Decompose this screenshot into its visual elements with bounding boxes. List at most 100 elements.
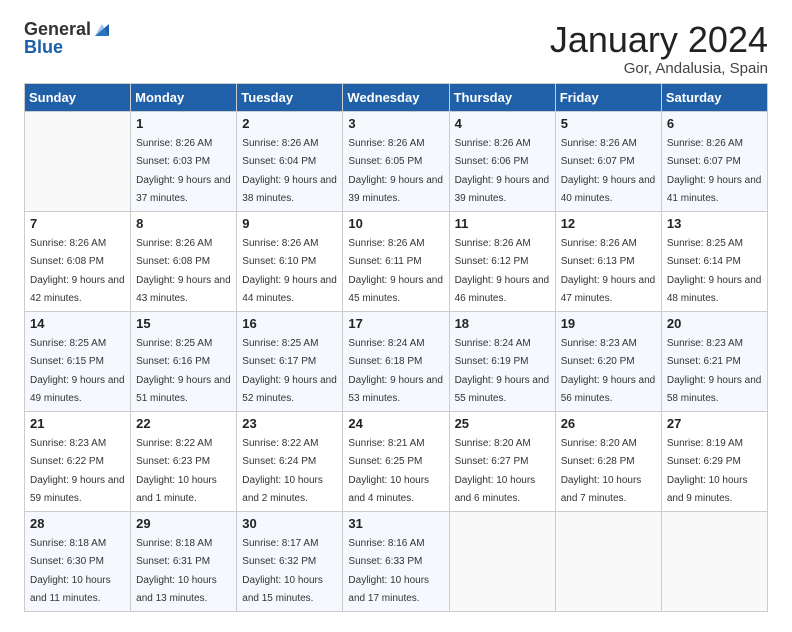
day-info: Sunrise: 8:26 AMSunset: 6:07 PMDaylight:… — [667, 138, 762, 205]
day-number: 2 — [242, 116, 337, 131]
day-number: 9 — [242, 216, 337, 231]
day-number: 17 — [348, 316, 443, 331]
calendar-cell: 11 Sunrise: 8:26 AMSunset: 6:12 PMDaylig… — [449, 211, 555, 311]
logo-blue: Blue — [24, 37, 63, 57]
header-friday: Friday — [555, 83, 661, 111]
day-info: Sunrise: 8:25 AMSunset: 6:14 PMDaylight:… — [667, 238, 762, 305]
calendar-cell: 24 Sunrise: 8:21 AMSunset: 6:25 PMDaylig… — [343, 411, 449, 511]
day-info: Sunrise: 8:26 AMSunset: 6:11 PMDaylight:… — [348, 238, 443, 305]
logo-general: General — [24, 20, 91, 38]
header-sunday: Sunday — [25, 83, 131, 111]
calendar-cell — [555, 511, 661, 611]
day-number: 21 — [30, 416, 125, 431]
header-monday: Monday — [131, 83, 237, 111]
day-info: Sunrise: 8:19 AMSunset: 6:29 PMDaylight:… — [667, 438, 748, 505]
header-tuesday: Tuesday — [237, 83, 343, 111]
day-info: Sunrise: 8:26 AMSunset: 6:04 PMDaylight:… — [242, 138, 337, 205]
calendar-cell: 19 Sunrise: 8:23 AMSunset: 6:20 PMDaylig… — [555, 311, 661, 411]
day-number: 26 — [561, 416, 656, 431]
day-info: Sunrise: 8:18 AMSunset: 6:31 PMDaylight:… — [136, 538, 217, 605]
calendar-cell: 3 Sunrise: 8:26 AMSunset: 6:05 PMDayligh… — [343, 111, 449, 211]
calendar-week-row: 7 Sunrise: 8:26 AMSunset: 6:08 PMDayligh… — [25, 211, 768, 311]
day-number: 25 — [455, 416, 550, 431]
calendar-cell: 20 Sunrise: 8:23 AMSunset: 6:21 PMDaylig… — [661, 311, 767, 411]
day-info: Sunrise: 8:26 AMSunset: 6:12 PMDaylight:… — [455, 238, 550, 305]
calendar-cell: 29 Sunrise: 8:18 AMSunset: 6:31 PMDaylig… — [131, 511, 237, 611]
day-info: Sunrise: 8:26 AMSunset: 6:05 PMDaylight:… — [348, 138, 443, 205]
calendar-cell: 17 Sunrise: 8:24 AMSunset: 6:18 PMDaylig… — [343, 311, 449, 411]
day-number: 24 — [348, 416, 443, 431]
calendar-cell — [25, 111, 131, 211]
day-info: Sunrise: 8:22 AMSunset: 6:23 PMDaylight:… — [136, 438, 217, 505]
day-number: 16 — [242, 316, 337, 331]
day-number: 28 — [30, 516, 125, 531]
calendar-week-row: 1 Sunrise: 8:26 AMSunset: 6:03 PMDayligh… — [25, 111, 768, 211]
day-info: Sunrise: 8:26 AMSunset: 6:03 PMDaylight:… — [136, 138, 231, 205]
calendar-cell: 22 Sunrise: 8:22 AMSunset: 6:23 PMDaylig… — [131, 411, 237, 511]
calendar-cell: 16 Sunrise: 8:25 AMSunset: 6:17 PMDaylig… — [237, 311, 343, 411]
calendar-cell: 30 Sunrise: 8:17 AMSunset: 6:32 PMDaylig… — [237, 511, 343, 611]
day-info: Sunrise: 8:21 AMSunset: 6:25 PMDaylight:… — [348, 438, 429, 505]
day-number: 1 — [136, 116, 231, 131]
header-saturday: Saturday — [661, 83, 767, 111]
day-number: 12 — [561, 216, 656, 231]
day-info: Sunrise: 8:26 AMSunset: 6:13 PMDaylight:… — [561, 238, 656, 305]
day-info: Sunrise: 8:25 AMSunset: 6:17 PMDaylight:… — [242, 338, 337, 405]
calendar-cell: 28 Sunrise: 8:18 AMSunset: 6:30 PMDaylig… — [25, 511, 131, 611]
calendar-cell: 15 Sunrise: 8:25 AMSunset: 6:16 PMDaylig… — [131, 311, 237, 411]
calendar-table: Sunday Monday Tuesday Wednesday Thursday… — [24, 83, 768, 612]
calendar-cell: 25 Sunrise: 8:20 AMSunset: 6:27 PMDaylig… — [449, 411, 555, 511]
day-number: 22 — [136, 416, 231, 431]
calendar-week-row: 28 Sunrise: 8:18 AMSunset: 6:30 PMDaylig… — [25, 511, 768, 611]
calendar-week-row: 21 Sunrise: 8:23 AMSunset: 6:22 PMDaylig… — [25, 411, 768, 511]
calendar-cell: 23 Sunrise: 8:22 AMSunset: 6:24 PMDaylig… — [237, 411, 343, 511]
day-info: Sunrise: 8:26 AMSunset: 6:10 PMDaylight:… — [242, 238, 337, 305]
header-wednesday: Wednesday — [343, 83, 449, 111]
page: General Blue January 2024 Gor, Andalusia… — [0, 0, 792, 632]
day-info: Sunrise: 8:26 AMSunset: 6:08 PMDaylight:… — [136, 238, 231, 305]
day-info: Sunrise: 8:20 AMSunset: 6:28 PMDaylight:… — [561, 438, 642, 505]
day-info: Sunrise: 8:23 AMSunset: 6:22 PMDaylight:… — [30, 438, 125, 505]
calendar-cell: 5 Sunrise: 8:26 AMSunset: 6:07 PMDayligh… — [555, 111, 661, 211]
calendar-cell: 1 Sunrise: 8:26 AMSunset: 6:03 PMDayligh… — [131, 111, 237, 211]
day-number: 6 — [667, 116, 762, 131]
calendar-cell: 7 Sunrise: 8:26 AMSunset: 6:08 PMDayligh… — [25, 211, 131, 311]
day-number: 31 — [348, 516, 443, 531]
day-info: Sunrise: 8:26 AMSunset: 6:06 PMDaylight:… — [455, 138, 550, 205]
day-number: 18 — [455, 316, 550, 331]
calendar-cell: 2 Sunrise: 8:26 AMSunset: 6:04 PMDayligh… — [237, 111, 343, 211]
day-number: 15 — [136, 316, 231, 331]
day-number: 3 — [348, 116, 443, 131]
day-info: Sunrise: 8:25 AMSunset: 6:15 PMDaylight:… — [30, 338, 125, 405]
day-number: 13 — [667, 216, 762, 231]
header: General Blue January 2024 Gor, Andalusia… — [24, 20, 768, 77]
calendar-cell: 6 Sunrise: 8:26 AMSunset: 6:07 PMDayligh… — [661, 111, 767, 211]
calendar-cell: 10 Sunrise: 8:26 AMSunset: 6:11 PMDaylig… — [343, 211, 449, 311]
weekday-header-row: Sunday Monday Tuesday Wednesday Thursday… — [25, 83, 768, 111]
day-number: 4 — [455, 116, 550, 131]
day-number: 5 — [561, 116, 656, 131]
calendar-cell: 18 Sunrise: 8:24 AMSunset: 6:19 PMDaylig… — [449, 311, 555, 411]
calendar-cell: 4 Sunrise: 8:26 AMSunset: 6:06 PMDayligh… — [449, 111, 555, 211]
day-info: Sunrise: 8:22 AMSunset: 6:24 PMDaylight:… — [242, 438, 323, 505]
day-number: 7 — [30, 216, 125, 231]
day-number: 8 — [136, 216, 231, 231]
day-number: 11 — [455, 216, 550, 231]
calendar-cell: 31 Sunrise: 8:16 AMSunset: 6:33 PMDaylig… — [343, 511, 449, 611]
calendar-cell — [449, 511, 555, 611]
day-info: Sunrise: 8:26 AMSunset: 6:07 PMDaylight:… — [561, 138, 656, 205]
day-number: 29 — [136, 516, 231, 531]
day-info: Sunrise: 8:20 AMSunset: 6:27 PMDaylight:… — [455, 438, 536, 505]
calendar-cell: 21 Sunrise: 8:23 AMSunset: 6:22 PMDaylig… — [25, 411, 131, 511]
logo: General Blue — [24, 20, 111, 58]
day-info: Sunrise: 8:26 AMSunset: 6:08 PMDaylight:… — [30, 238, 125, 305]
day-number: 23 — [242, 416, 337, 431]
title-block: January 2024 Gor, Andalusia, Spain — [550, 20, 768, 77]
calendar-cell: 26 Sunrise: 8:20 AMSunset: 6:28 PMDaylig… — [555, 411, 661, 511]
day-info: Sunrise: 8:24 AMSunset: 6:18 PMDaylight:… — [348, 338, 443, 405]
calendar-cell — [661, 511, 767, 611]
calendar-cell: 13 Sunrise: 8:25 AMSunset: 6:14 PMDaylig… — [661, 211, 767, 311]
day-info: Sunrise: 8:23 AMSunset: 6:20 PMDaylight:… — [561, 338, 656, 405]
title-location: Gor, Andalusia, Spain — [550, 60, 768, 77]
calendar-week-row: 14 Sunrise: 8:25 AMSunset: 6:15 PMDaylig… — [25, 311, 768, 411]
